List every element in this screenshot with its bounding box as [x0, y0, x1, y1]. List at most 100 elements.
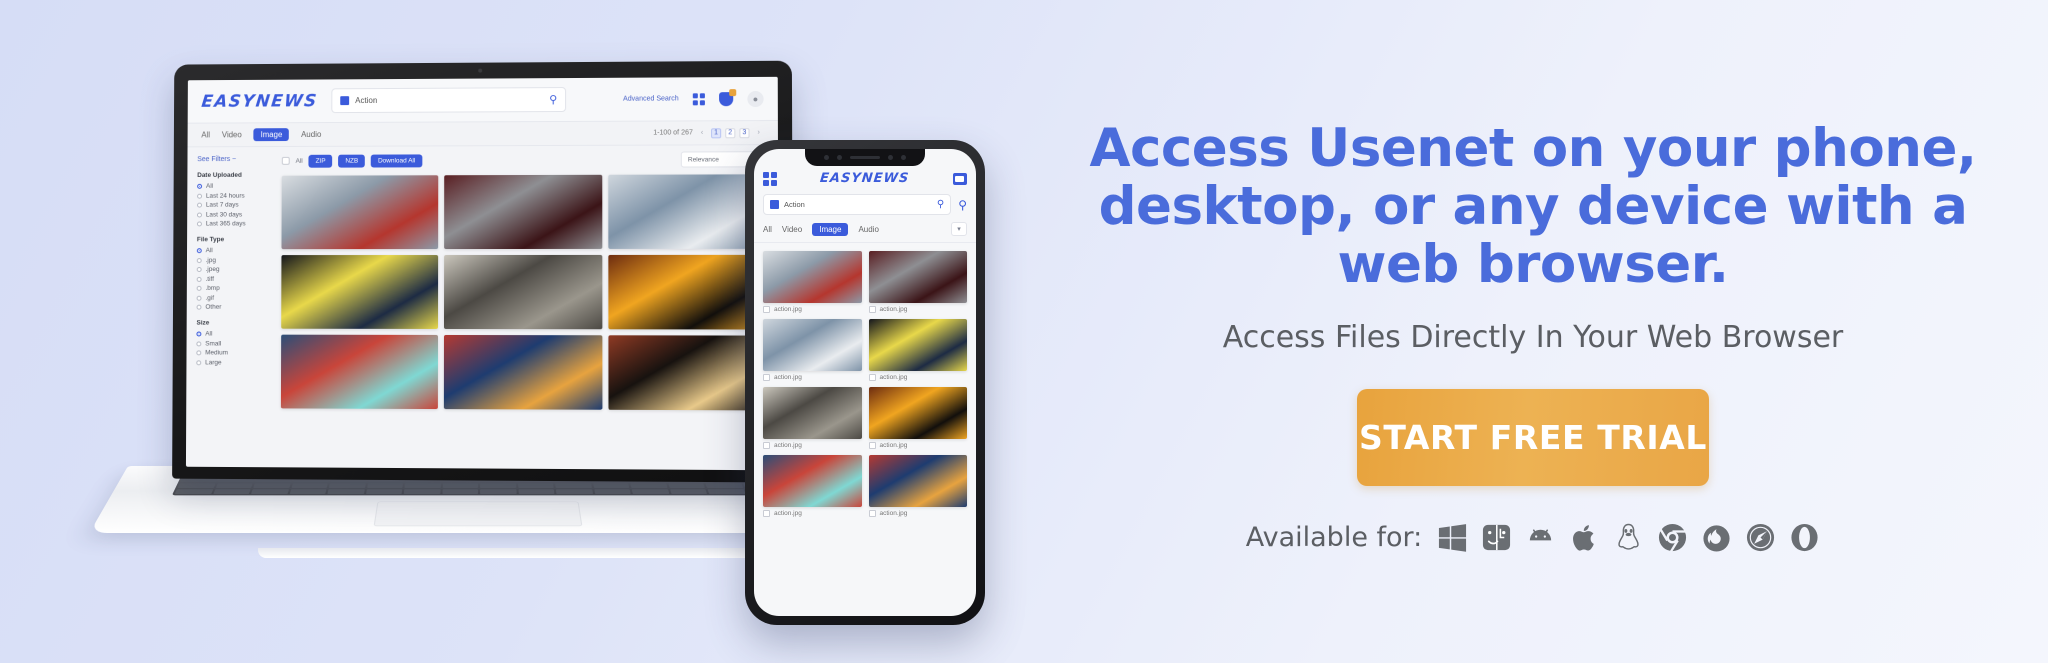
result-thumbnail[interactable] — [281, 255, 439, 329]
filter-option[interactable]: Medium — [196, 349, 271, 356]
filter-option[interactable]: .tiff — [196, 275, 272, 282]
zip-button[interactable]: ZIP — [308, 154, 333, 168]
content-type-tabs: All Video Image Audio 1-100 of 267 ‹ 1 2 3 … — [187, 121, 778, 148]
result-checkbox[interactable] — [868, 442, 876, 449]
nzb-button[interactable]: NZB — [338, 154, 366, 168]
result-thumbnail-mobile[interactable] — [868, 455, 967, 507]
list-item[interactable]: action.jpg — [763, 387, 862, 449]
radio-icon[interactable] — [196, 276, 202, 282]
search-input-mobile[interactable]: Action ⚲ — [763, 194, 952, 215]
radio-icon[interactable] — [197, 202, 202, 208]
result-checkbox[interactable] — [868, 306, 876, 313]
result-thumbnail[interactable] — [444, 174, 603, 250]
result-thumbnail-mobile[interactable] — [868, 319, 967, 371]
search-input[interactable]: Action ⚲ — [331, 87, 567, 114]
page-prev-button[interactable]: ‹ — [697, 128, 707, 138]
filter-option[interactable]: Last 365 days — [196, 220, 272, 227]
radio-icon[interactable] — [196, 248, 202, 254]
radio-icon[interactable] — [196, 257, 202, 263]
list-item[interactable]: action.jpg — [868, 455, 967, 517]
radio-icon[interactable] — [197, 193, 203, 199]
result-checkbox[interactable] — [868, 510, 876, 517]
filter-option[interactable]: .jpeg — [196, 266, 272, 273]
result-thumbnail-mobile[interactable] — [763, 251, 862, 303]
radio-icon[interactable] — [196, 340, 202, 346]
result-checkbox[interactable] — [763, 510, 770, 517]
tabs-overflow-chevron-icon[interactable]: ▾ — [951, 222, 967, 236]
list-item[interactable]: action.jpg — [763, 455, 862, 517]
keyboard-key — [253, 483, 291, 489]
advanced-search-link[interactable]: Advanced Search — [623, 95, 679, 102]
download-all-button[interactable]: Download All — [371, 153, 423, 168]
page-button-1[interactable]: 1 — [711, 127, 722, 138]
page-button-3[interactable]: 3 — [739, 127, 750, 138]
radio-icon[interactable] — [196, 295, 202, 301]
search-category-icon — [340, 96, 350, 106]
radio-icon[interactable] — [196, 359, 202, 365]
filter-option[interactable]: Other — [196, 304, 272, 311]
radio-icon[interactable] — [197, 183, 203, 189]
filter-option[interactable]: Last 7 days — [197, 202, 272, 209]
tab-mobile-image[interactable]: Image — [812, 222, 849, 236]
radio-icon[interactable] — [196, 331, 202, 337]
result-checkbox[interactable] — [763, 442, 770, 449]
page-button-2[interactable]: 2 — [725, 127, 736, 138]
shield-badge-icon[interactable] — [719, 91, 734, 106]
result-thumbnail[interactable] — [443, 254, 603, 330]
result-checkbox[interactable] — [763, 374, 770, 381]
tab-mobile-all[interactable]: All — [763, 225, 772, 234]
filter-option[interactable]: Large — [196, 359, 271, 366]
radio-icon[interactable] — [197, 212, 202, 218]
radio-icon[interactable] — [196, 221, 202, 227]
start-free-trial-button[interactable]: START FREE TRIAL — [1357, 388, 1709, 486]
page-next-button[interactable]: › — [754, 128, 764, 138]
tab-all[interactable]: All — [201, 130, 210, 139]
filter-option[interactable]: .jpg — [196, 257, 272, 264]
result-checkbox[interactable] — [868, 374, 876, 381]
filter-option[interactable]: Last 30 days — [197, 211, 272, 218]
result-thumbnail-mobile[interactable] — [763, 319, 862, 371]
filter-option[interactable]: .bmp — [196, 284, 272, 292]
result-thumbnail-mobile[interactable] — [868, 387, 967, 439]
filter-option[interactable]: All — [197, 183, 272, 190]
search-icon-mobile[interactable]: ⚲ — [937, 199, 944, 210]
result-thumbnail[interactable] — [443, 334, 603, 410]
windows-icon — [1437, 522, 1468, 553]
filter-option[interactable]: All — [196, 331, 271, 338]
list-item[interactable]: action.jpg — [868, 251, 967, 313]
select-all-checkbox[interactable] — [281, 156, 290, 165]
see-filters-toggle[interactable]: See Filters − — [197, 156, 272, 163]
list-item[interactable]: action.jpg — [763, 319, 862, 381]
tab-image[interactable]: Image — [253, 128, 290, 142]
filter-option-label: .bmp — [205, 284, 220, 292]
menu-grid-icon[interactable] — [763, 171, 777, 186]
tab-audio[interactable]: Audio — [301, 130, 321, 139]
result-checkbox[interactable] — [763, 306, 770, 313]
list-item[interactable]: action.jpg — [868, 319, 967, 381]
result-thumbnail[interactable] — [281, 175, 439, 250]
filter-option[interactable]: Small — [196, 340, 271, 347]
tab-mobile-audio[interactable]: Audio — [858, 225, 878, 234]
filter-option[interactable]: All — [196, 247, 272, 254]
result-thumbnail-mobile[interactable] — [763, 455, 862, 507]
search-icon[interactable]: ⚲ — [549, 93, 557, 106]
search-submit-icon[interactable]: ⚲ — [958, 198, 967, 212]
result-filename: action.jpg — [774, 306, 802, 313]
avatar[interactable]: ● — [747, 90, 764, 107]
tab-video[interactable]: Video — [222, 130, 242, 139]
grid-view-icon[interactable] — [692, 92, 705, 105]
filter-option[interactable]: Last 24 hours — [197, 192, 272, 199]
result-thumbnail-mobile[interactable] — [868, 251, 967, 303]
filter-option[interactable]: .gif — [196, 294, 272, 301]
list-item[interactable]: action.jpg — [763, 251, 862, 313]
folder-icon[interactable] — [953, 172, 967, 185]
list-item[interactable]: action.jpg — [868, 387, 967, 449]
result-thumbnail-mobile[interactable] — [763, 387, 862, 439]
phone-speaker-icon — [850, 155, 880, 160]
radio-icon[interactable] — [196, 285, 202, 291]
result-thumbnail[interactable] — [280, 334, 438, 410]
tab-mobile-video[interactable]: Video — [782, 225, 802, 234]
radio-icon[interactable] — [196, 350, 202, 356]
radio-icon[interactable] — [196, 304, 202, 310]
radio-icon[interactable] — [196, 267, 202, 272]
